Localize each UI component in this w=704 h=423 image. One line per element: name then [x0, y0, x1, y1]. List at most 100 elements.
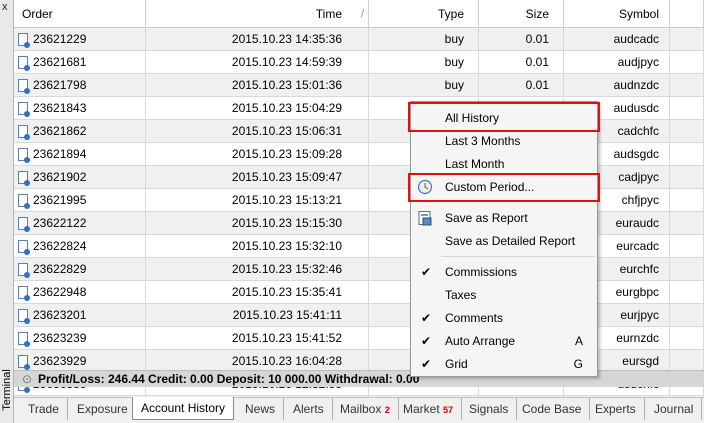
extra-cell [670, 97, 704, 119]
size-cell: 0.01 [479, 51, 564, 73]
column-header-type[interactable]: Type [369, 0, 479, 27]
time-cell: 2015.10.23 15:09:47 [146, 166, 369, 188]
order-icon [18, 355, 30, 371]
table-row[interactable]: 23623239 2015.10.23 15:41:52 eurnzdc [14, 327, 704, 350]
time-cell: 2015.10.23 15:32:46 [146, 258, 369, 280]
tab-account-history[interactable]: Account History [132, 397, 235, 420]
check-icon: ✔ [421, 311, 432, 325]
order-icon [18, 332, 30, 348]
tab-label: Exposure [77, 402, 128, 416]
tab-journal[interactable]: Journal [646, 398, 703, 420]
tab-exposure[interactable]: Exposure [69, 398, 137, 420]
menu-item-save-detailed-report[interactable]: Save as Detailed Report [411, 230, 597, 252]
tab-mailbox[interactable]: Mailbox 2 [332, 398, 399, 420]
terminal-side-strip: x Terminal [0, 0, 14, 423]
menu-item-commissions[interactable]: ✔ Commissions [411, 261, 597, 283]
order-number: 23623239 [33, 331, 87, 345]
time-cell: 2015.10.23 14:35:36 [146, 28, 369, 50]
extra-cell [670, 51, 704, 73]
column-header-symbol[interactable]: Symbol [564, 0, 670, 27]
table-row[interactable]: 23621894 2015.10.23 15:09:28 audsgdc [14, 143, 704, 166]
tab-code-base[interactable]: Code Base [514, 398, 591, 420]
menu-item-label: Grid [445, 357, 468, 371]
symbol-cell: audnzdc [564, 74, 670, 96]
column-header-time[interactable]: Time / [146, 0, 369, 27]
menu-separator [441, 256, 595, 257]
table-row[interactable]: 23621798 2015.10.23 15:01:36 buy 0.01 audnzd… [14, 74, 704, 97]
table-row[interactable]: 23622824 2015.10.23 15:32:10 eurcadc [14, 235, 704, 258]
extra-cell [670, 74, 704, 96]
order-number: 23622948 [33, 285, 87, 299]
time-cell: 2015.10.23 15:13:21 [146, 189, 369, 211]
order-cell: 23621862 [14, 120, 146, 142]
tab-market[interactable]: Market 57 [395, 398, 463, 420]
column-header-size[interactable]: Size [479, 0, 564, 27]
tab-alerts[interactable]: Alerts [285, 398, 333, 420]
table-row[interactable]: 23621995 2015.10.23 15:13:21 chfjpyc [14, 189, 704, 212]
order-icon [18, 240, 30, 256]
highlight-box-custom-period [408, 173, 600, 202]
table-row[interactable]: 23623201 2015.10.23 15:41:11 eurjpyc [14, 304, 704, 327]
order-icon [18, 263, 30, 279]
menu-item-last-month[interactable]: Last Month [411, 153, 597, 175]
menu-shortcut: G [573, 357, 583, 371]
table-row[interactable]: 23621681 2015.10.23 14:59:39 buy 0.01 audjpy… [14, 51, 704, 74]
close-icon[interactable]: x [2, 1, 8, 13]
menu-item-label: Save as Report [445, 211, 528, 225]
menu-item-auto-arrange[interactable]: ✔ Auto Arrange A [411, 330, 597, 352]
extra-cell [670, 166, 704, 188]
menu-item-save-report[interactable]: Save as Report [411, 207, 597, 229]
order-number: 23622829 [33, 262, 87, 276]
table-row[interactable]: 23621229 2015.10.23 14:35:36 buy 0.01 audcad… [14, 28, 704, 51]
order-cell: 23623239 [14, 327, 146, 349]
order-cell: 23622824 [14, 235, 146, 257]
context-menu: All History Last 3 Months Last Month Cus… [410, 101, 598, 377]
order-cell: 23621798 [14, 74, 146, 96]
tab-trade[interactable]: Trade [20, 398, 68, 420]
order-icon [18, 56, 30, 72]
tab-experts[interactable]: Experts [587, 398, 645, 420]
column-header-extra [670, 0, 704, 27]
tab-signals[interactable]: Signals [461, 398, 518, 420]
menu-item-grid[interactable]: ✔ Grid G [411, 353, 597, 375]
table-row[interactable]: 23622122 2015.10.23 15:15:30 euraudc [14, 212, 704, 235]
save-report-icon [418, 211, 432, 226]
menu-item-taxes[interactable]: Taxes [411, 284, 597, 306]
order-number: 23621798 [33, 78, 87, 92]
time-cell: 2015.10.23 14:59:39 [146, 51, 369, 73]
menu-item-label: Taxes [445, 288, 477, 302]
tab-label: News [245, 402, 276, 416]
column-header-time-label: Time [315, 7, 342, 21]
menu-item-label: Save as Detailed Report [445, 234, 576, 248]
order-cell: 23621229 [14, 28, 146, 50]
time-cell: 2015.10.23 15:41:52 [146, 327, 369, 349]
table-row[interactable]: 23622948 2015.10.23 15:35:41 eurgbpc [14, 281, 704, 304]
symbol-cell: audjpyc [564, 51, 670, 73]
menu-item-last-3-months[interactable]: Last 3 Months [411, 130, 597, 152]
account-summary-text: Profit/Loss: 246.44 Credit: 0.00 Deposit… [38, 372, 420, 386]
column-header-order[interactable]: Order [14, 0, 146, 27]
extra-cell [670, 235, 704, 257]
history-table: Order Time / Type Size Symbol 23621229 20… [14, 0, 704, 419]
order-number: 23623201 [33, 308, 87, 322]
table-row[interactable]: 23621862 2015.10.23 15:06:31 cadchfc [14, 120, 704, 143]
type-cell: buy [369, 74, 479, 96]
order-cell: 23621894 [14, 143, 146, 165]
menu-item-label: Last 3 Months [445, 134, 521, 148]
size-cell: 0.01 [479, 74, 564, 96]
extra-cell [670, 28, 704, 50]
menu-item-label: Auto Arrange [445, 334, 516, 348]
order-icon [18, 148, 30, 164]
tab-news[interactable]: News [237, 398, 285, 420]
order-cell: 23621995 [14, 189, 146, 211]
order-icon [18, 102, 30, 118]
tab-label: Account History [141, 401, 226, 415]
time-cell: 2015.10.23 15:41:11 [146, 304, 369, 326]
menu-item-comments[interactable]: ✔ Comments [411, 307, 597, 329]
menu-shortcut: A [574, 334, 583, 348]
extra-cell [670, 281, 704, 303]
table-row[interactable]: 23622829 2015.10.23 15:32:46 eurchfc [14, 258, 704, 281]
table-row[interactable]: 23621902 2015.10.23 15:09:47 cadjpyc [14, 166, 704, 189]
extra-cell [670, 327, 704, 349]
table-row[interactable]: 236218432015.10.23 15:04:29buy0.01audusd… [14, 97, 704, 120]
